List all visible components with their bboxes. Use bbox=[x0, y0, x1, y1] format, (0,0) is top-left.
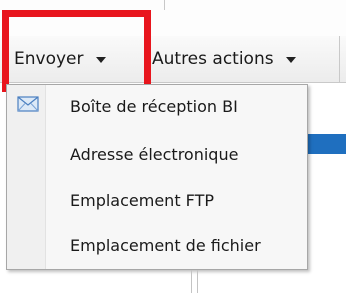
menu-item-bi-inbox[interactable]: Boîte de réception BI bbox=[7, 85, 307, 127]
menu-item-label: Emplacement de fichier bbox=[70, 235, 261, 255]
menu-item-label: Boîte de réception BI bbox=[70, 96, 238, 116]
toolbar-separator bbox=[146, 46, 147, 72]
other-actions-label: Autres actions bbox=[152, 49, 274, 69]
menu-item-label: Emplacement FTP bbox=[70, 190, 215, 210]
divider bbox=[164, 0, 165, 10]
toolbar-separator bbox=[339, 36, 340, 82]
menu-item-email-address[interactable]: Adresse électronique bbox=[7, 133, 307, 175]
chevron-down-icon bbox=[95, 57, 106, 63]
menu-item-label: Adresse électronique bbox=[70, 144, 239, 164]
top-strip bbox=[0, 0, 346, 37]
other-actions-dropdown-button[interactable]: Autres actions bbox=[152, 36, 332, 82]
divider bbox=[197, 270, 198, 293]
send-dropdown-button[interactable]: Envoyer bbox=[6, 36, 142, 82]
send-button-label: Envoyer bbox=[14, 49, 84, 69]
divider bbox=[191, 270, 192, 293]
chevron-down-icon bbox=[285, 57, 296, 63]
menu-item-ftp-location[interactable]: Emplacement FTP bbox=[7, 179, 307, 221]
toolbar: Envoyer Autres actions bbox=[0, 36, 346, 83]
menu-item-file-location[interactable]: Emplacement de fichier bbox=[7, 224, 307, 266]
send-dropdown-menu: Boîte de réception BI Adresse électroniq… bbox=[6, 84, 308, 270]
envelope-icon bbox=[17, 96, 39, 112]
